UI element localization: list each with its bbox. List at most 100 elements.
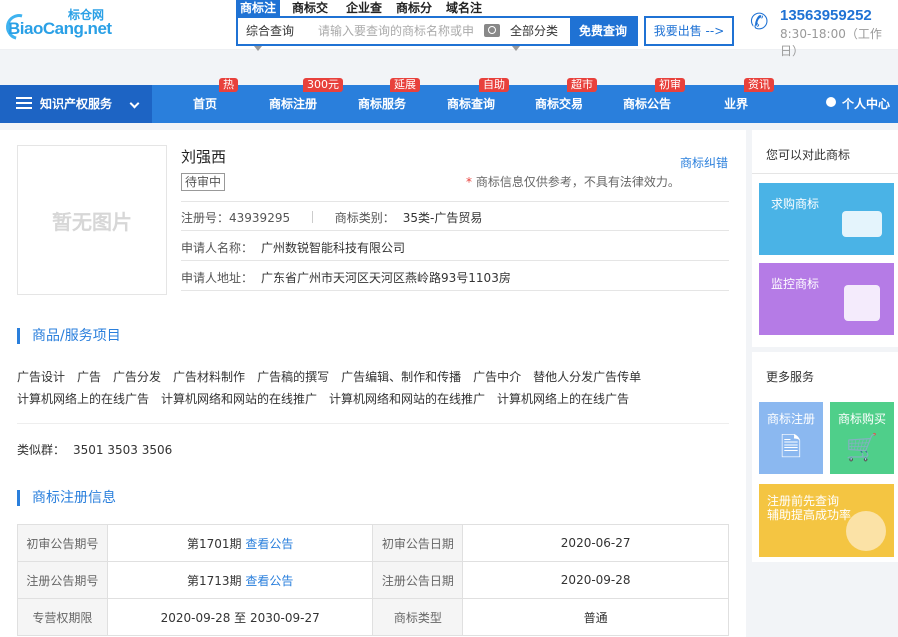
user-center-label: 个人中心 — [841, 97, 890, 111]
search-tab-trademark-register[interactable]: 商标注 — [236, 0, 281, 16]
monitor-trademark-card[interactable]: 监控商标 — [759, 263, 894, 335]
view-announcement-link[interactable]: 查看公告 — [245, 537, 293, 551]
divider — [181, 260, 729, 261]
search-tabs: 商标注 商标交易 企业查 商标分 域名注 — [236, 0, 496, 31]
nav-badge: 初审 — [655, 78, 685, 92]
document-icon: 🗎 — [780, 433, 802, 463]
nav-item-trade[interactable]: 超市 商标交易 — [535, 78, 597, 123]
address-row: 申请人地址： 广东省广州市天河区天河区燕岭路93号1103房 — [181, 269, 511, 286]
buy-trademark-card[interactable]: 求购商标 — [759, 183, 894, 255]
correct-trademark-link[interactable]: 商标纠错 — [680, 154, 728, 171]
nav-item-label: 商标公告 — [623, 97, 672, 111]
cell-value: 第1713期 — [186, 573, 242, 588]
table-cell: 2020-09-28 — [462, 561, 729, 599]
similar-label: 类似群： — [17, 443, 66, 457]
nav-badge: 自助 — [479, 78, 509, 92]
nav-badge: 延展 — [390, 78, 420, 92]
menu-icon — [16, 97, 32, 109]
goods-item: 计算机网络上的在线广告 — [497, 392, 630, 406]
tile-trademark-register[interactable]: 商标注册 🗎 — [759, 402, 823, 474]
table-cell: 注册公告期号 — [17, 561, 108, 599]
registration-section-title: 商标注册信息 — [17, 490, 116, 506]
goods-item: 广告中介 — [473, 370, 522, 384]
applicant-label: 申请人名称： — [181, 241, 254, 255]
nav-item-label: 首页 — [193, 97, 218, 111]
cell-value: 第1701期 — [186, 536, 242, 551]
disclaimer: * 商标信息仅供参考，不具有法律效力。 — [466, 173, 680, 190]
class-label: 商标类别： — [334, 211, 395, 225]
table-cell: 第1701期 查看公告 — [106, 524, 374, 562]
nav-badge: 热 — [219, 78, 238, 92]
goods-item: 计算机网络和网站的在线推广 — [161, 392, 318, 406]
goods-item: 广告稿的撰写 — [257, 370, 330, 384]
divider — [181, 290, 729, 291]
shop-icon — [844, 285, 880, 321]
divider — [17, 423, 729, 424]
compare-panel: 您可以对此商标 求购商标 监控商标 — [752, 130, 898, 347]
more-services-title: 更多服务 — [766, 370, 815, 384]
trademark-image: 暂无图片 — [17, 145, 167, 295]
monitor-trademark-label: 监控商标 — [771, 277, 820, 291]
main-nav: 知识产权服务 热 首页 300元 商标注册 延展 商标服务 自助 商标查询 超市… — [0, 78, 898, 123]
reg-info-row: 注册号：43939295 商标类别： 35类-广告贸易 — [181, 209, 482, 226]
address-label: 申请人地址： — [181, 271, 254, 285]
promo-line2: 辅助提高成功率 — [767, 508, 852, 522]
sidebar: 您可以对此商标 求购商标 监控商标 更多服务 商标注册 🗎 商标购买 🛒 注册前… — [752, 130, 898, 637]
compare-title: 您可以对此商标 — [766, 148, 851, 162]
search-tab-trademark-class[interactable]: 商标分 — [396, 0, 432, 16]
search-tab-company[interactable]: 企业查 — [346, 0, 382, 16]
nav-item-home[interactable]: 热 首页 — [193, 78, 238, 123]
trademark-detail: 暂无图片 刘强西 待审中 商标纠错 * 商标信息仅供参考，不具有法律效力。 注册… — [0, 130, 746, 637]
similar-value: 3501 3503 3506 — [73, 443, 173, 457]
table-row: 专营权期限 2020-09-28 至 2030-09-27 商标类型 普通 — [17, 598, 729, 636]
search-tab-domain[interactable]: 域名注 — [446, 0, 482, 16]
table-row: 初审公告期号 第1701期 查看公告 初审公告日期 2020-06-27 — [17, 524, 729, 562]
search-button[interactable]: 免费查询 — [570, 18, 636, 44]
user-center-link[interactable]: 个人中心 — [825, 85, 890, 123]
table-cell: 第1713期 查看公告 — [106, 561, 374, 599]
tile-label: 商标购买 — [837, 412, 886, 426]
tile-trademark-buy[interactable]: 商标购买 🛒 — [830, 402, 894, 474]
user-icon — [825, 97, 836, 107]
cart-icon: 🛒 — [845, 433, 879, 463]
nav-badge: 资讯 — [744, 78, 774, 92]
nav-item-register[interactable]: 300元 商标注册 — [269, 78, 343, 123]
table-cell: 2020-09-28 至 2030-09-27 — [106, 598, 374, 636]
promo-banner[interactable]: 注册前先查询 辅助提高成功率 — [759, 484, 894, 557]
status-badge: 待审中 — [181, 173, 226, 191]
goods-item: 广告 — [77, 370, 102, 384]
promo-line1: 注册前先查询 — [767, 494, 840, 508]
search-scope-select[interactable]: 综合查询 — [246, 18, 294, 44]
person-icon — [846, 511, 886, 551]
nav-item-search[interactable]: 自助 商标查询 — [447, 78, 509, 123]
similar-groups: 类似群： 3501 3503 3506 — [17, 441, 172, 458]
search-category-select[interactable]: 全部分类 — [510, 18, 558, 44]
goods-item: 广告分发 — [113, 370, 162, 384]
chevron-down-icon — [129, 98, 140, 109]
table-cell: 初审公告期号 — [17, 524, 108, 562]
table-cell: 初审公告日期 — [372, 524, 464, 562]
category-caret-icon — [512, 46, 520, 51]
nav-item-label: 商标交易 — [535, 97, 584, 111]
image-placeholder-text: 暂无图片 — [52, 210, 132, 234]
category-menu-button[interactable]: 知识产权服务 — [0, 85, 152, 123]
nav-item-service[interactable]: 延展 商标服务 — [358, 78, 420, 123]
goods-item: 广告材料制作 — [173, 370, 246, 384]
view-announcement-link[interactable]: 查看公告 — [245, 574, 293, 588]
site-logo[interactable]: 标仓网 BiaoCang.net — [1, 6, 112, 45]
goods-section-title: 商品/服务项目 — [17, 328, 121, 344]
nav-badge: 300元 — [303, 78, 343, 92]
address-value: 广东省广州市天河区天河区燕岭路93号1103房 — [261, 271, 511, 285]
logo-en-text: BiaoCang.net — [8, 19, 112, 38]
camera-icon[interactable] — [484, 24, 500, 37]
sell-button[interactable]: 我要出售 --> — [644, 16, 734, 46]
nav-item-label: 商标服务 — [358, 97, 407, 111]
phone-number: 13563959252 — [780, 7, 872, 24]
nav-item-label: 商标注册 — [269, 97, 318, 111]
nav-item-industry[interactable]: 资讯 业界 — [724, 78, 774, 123]
search-input[interactable] — [318, 18, 482, 44]
nav-item-announcement[interactable]: 初审 商标公告 — [623, 78, 685, 123]
nav-item-label: 业界 — [724, 97, 749, 111]
nav-badge: 超市 — [567, 78, 597, 92]
search-box: 综合查询 全部分类 免费查询 — [236, 16, 638, 46]
